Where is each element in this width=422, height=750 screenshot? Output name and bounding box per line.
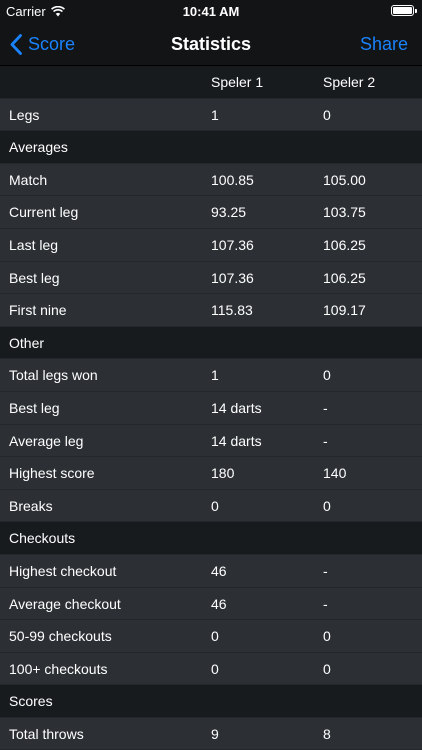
speler-1-value: 9 <box>211 725 219 742</box>
stat-label: First nine <box>9 302 67 319</box>
table-body: Legs 1 0 Averages Match 100.85 105.00 Current l… <box>0 98 422 750</box>
speler-1-value: 93.25 <box>211 204 247 221</box>
section-label: Other <box>9 334 45 351</box>
battery-icon <box>391 5 417 16</box>
speler-1-value: 180 <box>211 465 235 482</box>
speler-1-value: 115.83 <box>211 302 253 319</box>
section-header-row: Checkouts <box>0 522 422 555</box>
table-row: Legs 1 0 <box>0 98 422 132</box>
stat-label: 100+ checkouts <box>9 660 108 677</box>
speler-2-value: 105.00 <box>323 171 366 188</box>
speler-2-value: 109.17 <box>323 302 366 319</box>
table-row: Breaks 0 0 <box>0 489 422 523</box>
table-row: Average leg 14 darts - <box>0 424 422 458</box>
speler-2-value: 0 <box>323 628 331 645</box>
speler-2-value: 0 <box>323 497 331 514</box>
speler-1-value: 1 <box>211 106 219 123</box>
speler-1-value: 14 darts <box>211 399 262 416</box>
page-title: Statistics <box>170 34 252 54</box>
speler-1-value: 46 <box>211 562 227 579</box>
speler-2-value: - <box>323 432 328 449</box>
speler-2-value: 106.25 <box>323 269 366 286</box>
table-row: Last leg 107.36 106.25 <box>0 228 422 262</box>
table-row: 100+ checkouts 0 0 <box>0 652 422 686</box>
table-row: Best leg 14 darts - <box>0 391 422 425</box>
section-label: Scores <box>9 693 53 710</box>
status-bar: Carrier 10:41 AM <box>0 0 422 22</box>
column-header-speler-2: Speler 2 <box>323 74 376 90</box>
section-header-row: Scores <box>0 685 422 718</box>
stat-label: Match <box>9 171 48 188</box>
table-row: Average checkout 46 - <box>0 587 422 621</box>
table-row: Highest score 180 140 <box>0 457 422 490</box>
stat-label: 50-99 checkouts <box>9 628 112 645</box>
table-header-row: Speler 1 Speler 2 <box>0 66 422 99</box>
speler-2-value: 0 <box>323 106 331 123</box>
speler-2-value: 106.25 <box>323 236 366 253</box>
stat-label: Breaks <box>9 497 53 514</box>
speler-2-value: - <box>323 595 328 612</box>
table-row: Current leg 93.25 103.75 <box>0 196 422 229</box>
speler-1-value: 46 <box>211 595 227 612</box>
speler-1-value: 14 darts <box>211 432 262 449</box>
speler-2-value: 8 <box>323 725 331 742</box>
speler-2-value: 0 <box>323 660 331 677</box>
section-header-row: Averages <box>0 131 422 164</box>
navigation-bar: Score Statistics Share <box>0 22 422 66</box>
section-label: Checkouts <box>9 530 76 547</box>
section-label: Averages <box>9 139 68 156</box>
table-row: Total legs won 1 0 <box>0 359 422 392</box>
speler-1-value: 0 <box>211 628 219 645</box>
table-row: Match 100.85 105.00 <box>0 163 422 197</box>
speler-1-value: 1 <box>211 367 219 384</box>
speler-2-value: - <box>323 399 328 416</box>
stat-label: Best leg <box>9 399 60 416</box>
clock: 10:41 AM <box>182 4 240 19</box>
stat-label: Average leg <box>9 432 84 449</box>
stat-label: Last leg <box>9 236 59 253</box>
stat-label: Total throws <box>9 725 84 742</box>
table-row: Highest checkout 46 - <box>0 554 422 588</box>
speler-2-value: 0 <box>323 367 331 384</box>
stat-label: Legs <box>9 106 40 123</box>
table-row: First nine 115.83 109.17 <box>0 294 422 327</box>
table-row: Best leg 107.36 106.25 <box>0 261 422 295</box>
speler-1-value: 0 <box>211 660 219 677</box>
speler-2-value: - <box>323 562 328 579</box>
stat-label: Highest checkout <box>9 562 117 579</box>
share-button[interactable]: Share <box>360 22 408 66</box>
stat-label: Average checkout <box>9 595 121 612</box>
stat-label: Highest score <box>9 465 95 482</box>
speler-2-value: 103.75 <box>323 204 366 221</box>
stat-label: Total legs won <box>9 367 98 384</box>
speler-1-value: 107.36 <box>211 269 254 286</box>
stat-label: Current leg <box>9 204 79 221</box>
section-header-row: Other <box>0 326 422 360</box>
stat-label: Best leg <box>9 269 60 286</box>
speler-2-value: 140 <box>323 465 347 482</box>
statistics-table: Speler 1 Speler 2 Legs 1 0 Averages Match 100… <box>0 66 422 750</box>
speler-1-value: 0 <box>211 497 219 514</box>
speler-1-value: 107.36 <box>211 236 254 253</box>
speler-1-value: 100.85 <box>211 171 254 188</box>
table-row: 50-99 checkouts 0 0 <box>0 620 422 653</box>
column-header-speler-1: Speler 1 <box>211 74 264 90</box>
table-row: Total throws 9 8 <box>0 717 422 750</box>
